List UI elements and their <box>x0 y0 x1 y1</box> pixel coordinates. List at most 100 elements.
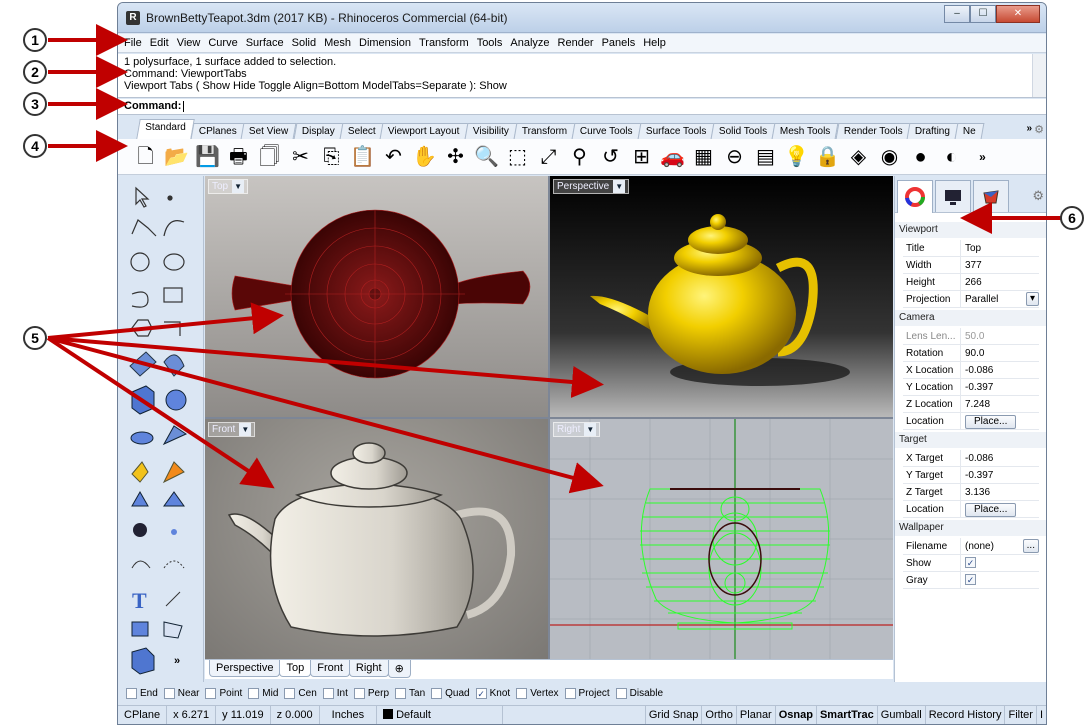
osnap-checkbox[interactable] <box>205 687 217 699</box>
menu-help[interactable]: Help <box>643 37 666 49</box>
osnap-perp[interactable]: Perp <box>353 687 389 699</box>
viewport-top-label[interactable]: Top ▼ <box>208 179 249 194</box>
status-smarttrack[interactable]: SmartTrac <box>817 706 878 724</box>
pan-icon[interactable]: ✋ <box>411 143 438 170</box>
osnap-checkbox[interactable] <box>248 687 260 699</box>
prop-value[interactable]: -0.397 <box>961 379 1039 395</box>
maximize-button[interactable]: ☐ <box>970 5 996 23</box>
osnap-checkbox[interactable] <box>284 687 296 699</box>
toolbar-tab-select[interactable]: Select <box>339 123 384 139</box>
zoom-icon[interactable]: 🔍 <box>473 143 500 170</box>
toolbar-tab-display[interactable]: Display <box>293 123 343 139</box>
viewport-tab-right[interactable]: Right <box>348 660 389 677</box>
new-file-icon[interactable]: 🗋 <box>132 143 159 170</box>
menu-file[interactable]: File <box>124 37 142 49</box>
title-bar[interactable]: R BrownBettyTeapot.3dm (2017 KB) - Rhino… <box>118 3 1046 33</box>
toolbar-tab-render-tools[interactable]: Render Tools <box>835 123 911 139</box>
print-icon[interactable]: 🖶 <box>225 143 252 170</box>
menu-panels[interactable]: Panels <box>602 37 636 49</box>
toolbar-tab-transform[interactable]: Transform <box>513 123 576 139</box>
osnap-point[interactable]: Point <box>205 687 242 699</box>
add-viewport-tab-icon[interactable]: ⊕ <box>387 660 411 678</box>
toolbar-tab-solid-tools[interactable]: Solid Tools <box>710 123 776 139</box>
prop-value[interactable]: 3.136 <box>961 484 1039 500</box>
viewport-right-label[interactable]: Right ▼ <box>553 422 601 437</box>
osnap-quad[interactable]: Quad <box>431 687 470 699</box>
sphere-render-icon[interactable]: ◐ <box>938 143 965 170</box>
osnap-checkbox[interactable] <box>431 687 443 699</box>
menu-analyze[interactable]: Analyze <box>510 37 549 49</box>
menu-curve[interactable]: Curve <box>208 37 237 49</box>
lock-icon[interactable]: 🔒 <box>814 143 841 170</box>
gear-icon[interactable]: ⚙ <box>1034 123 1044 136</box>
menu-view[interactable]: View <box>177 37 201 49</box>
chevron-down-icon[interactable]: ▼ <box>584 423 597 436</box>
zoom-extents-icon[interactable]: ⤢ <box>535 143 562 170</box>
status-filter[interactable]: Filter <box>1005 706 1037 724</box>
status-cplane[interactable]: CPlane <box>118 706 168 724</box>
viewport-right[interactable] <box>550 419 893 660</box>
prop-value[interactable]: 7.248 <box>961 396 1039 412</box>
osnap-vertex[interactable]: Vertex <box>516 687 559 699</box>
osnap-project-toggle[interactable]: Project <box>564 687 610 699</box>
menu-dimension[interactable]: Dimension <box>359 37 411 49</box>
status-gumball[interactable]: Gumball <box>878 706 926 724</box>
toolbar-tab-surface-tools[interactable]: Surface Tools <box>637 123 715 139</box>
toolbar-tab-curve-tools[interactable]: Curve Tools <box>571 123 642 139</box>
close-button[interactable]: ✕ <box>996 5 1040 23</box>
osnap-checkbox[interactable] <box>395 687 407 699</box>
toolbar-more[interactable]: » <box>969 143 996 170</box>
gear-icon[interactable]: ⚙ <box>1032 188 1044 204</box>
undo-icon[interactable]: ↶ <box>380 143 407 170</box>
zoom-selected-icon[interactable]: ⚲ <box>566 143 593 170</box>
copy-icon[interactable]: ⎘ <box>318 143 345 170</box>
save-disk-icon[interactable]: 💾 <box>194 143 221 170</box>
osnap-knot[interactable]: ✓ Knot <box>475 687 510 699</box>
grid-icon[interactable]: ▦ <box>690 143 717 170</box>
projection-select[interactable]: Parallel <box>961 291 1026 307</box>
prop-value[interactable]: Top <box>961 240 1039 256</box>
left-toolbar-more[interactable]: » <box>162 646 192 676</box>
rotate-view-icon[interactable]: ✣ <box>442 143 469 170</box>
menu-tools[interactable]: Tools <box>477 37 503 49</box>
browse-button[interactable]: ... <box>1022 539 1039 553</box>
osnap-tan[interactable]: Tan <box>395 687 425 699</box>
osnap-checkbox[interactable] <box>163 687 175 699</box>
chevron-down-icon[interactable]: ▼ <box>613 180 626 193</box>
gray-checkbox[interactable]: ✓ <box>965 574 976 585</box>
status-record-history[interactable]: Record History <box>926 706 1006 724</box>
osnap-checkbox[interactable] <box>322 687 334 699</box>
camera-place-button[interactable]: Place... <box>965 415 1017 429</box>
command-line[interactable]: Command: <box>118 99 1046 115</box>
prop-value[interactable]: -0.086 <box>961 450 1039 466</box>
menu-transform[interactable]: Transform <box>419 37 469 49</box>
status-layer[interactable]: Default <box>377 706 504 724</box>
viewport-tab-perspective[interactable]: Perspective <box>209 660 281 677</box>
prop-value[interactable]: -0.397 <box>961 467 1039 483</box>
command-history[interactable]: 1 polysurface, 1 surface added to select… <box>118 54 1046 98</box>
material-icon[interactable] <box>973 180 1009 212</box>
osnap-checkbox[interactable] <box>126 687 137 699</box>
osnap-checkbox[interactable] <box>353 687 365 699</box>
menu-surface[interactable]: Surface <box>246 37 284 49</box>
viewport-perspective[interactable] <box>550 176 893 417</box>
prop-value[interactable]: 90.0 <box>961 345 1039 361</box>
osnap-checkbox[interactable]: ✓ <box>475 687 487 699</box>
toolbar-tab-ne[interactable]: Ne <box>954 123 985 139</box>
osnap-end[interactable]: End <box>126 687 158 699</box>
viewport-top[interactable] <box>205 176 548 417</box>
toolbar-tab-cplanes[interactable]: CPlanes <box>190 123 245 139</box>
render-icon[interactable]: ◈ <box>845 143 872 170</box>
color-wheel-icon[interactable]: ◉ <box>876 143 903 170</box>
light-icon[interactable]: 💡 <box>783 143 810 170</box>
open-folder-icon[interactable]: 📂 <box>163 143 190 170</box>
prop-value[interactable]: 266 <box>961 274 1039 290</box>
osnap-disable-toggle[interactable]: Disable <box>615 687 663 699</box>
paste-icon[interactable]: 📋 <box>349 143 376 170</box>
minimize-button[interactable]: – <box>944 5 970 23</box>
four-viewports-icon[interactable]: ⊞ <box>628 143 655 170</box>
menu-mesh[interactable]: Mesh <box>324 37 351 49</box>
display-monitor-icon[interactable] <box>935 180 971 212</box>
zoom-window-icon[interactable]: ⬚ <box>504 143 531 170</box>
chevron-down-icon[interactable]: ▼ <box>239 423 252 436</box>
